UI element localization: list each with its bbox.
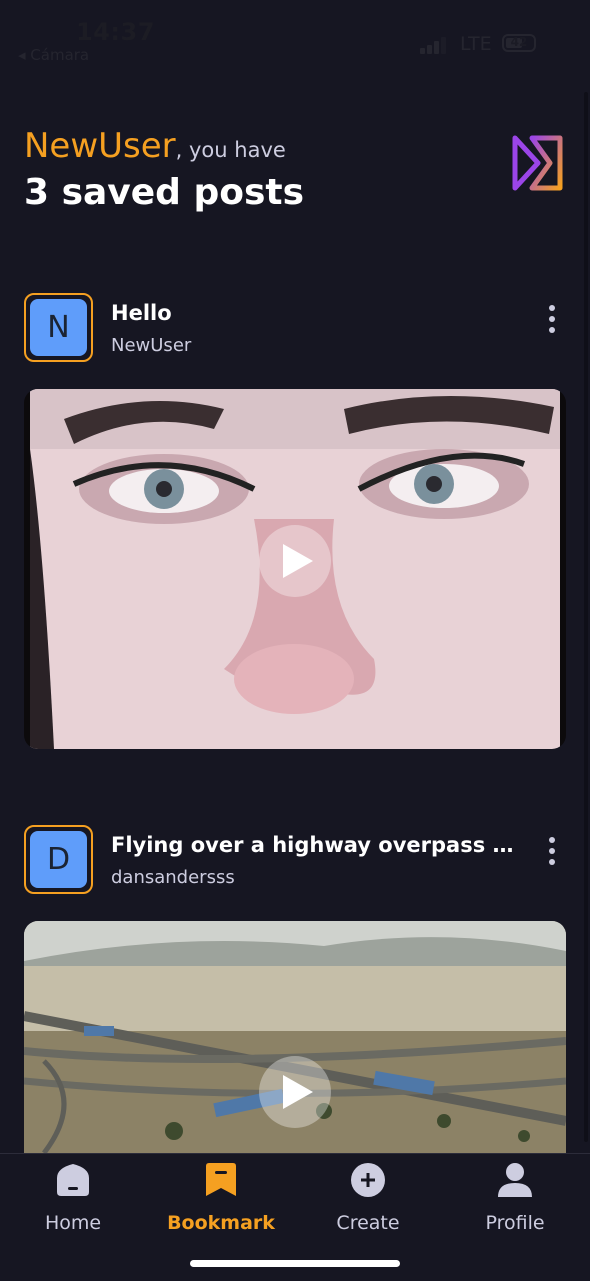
play-button-icon[interactable] [259, 525, 331, 597]
network-type: LTE [460, 33, 492, 55]
cellular-signal-icon [420, 36, 450, 54]
battery-icon: 42 [502, 34, 536, 52]
plus-circle-icon [351, 1163, 385, 1197]
avatar[interactable]: D [24, 825, 93, 894]
avatar-letter: D [30, 831, 87, 888]
home-icon [57, 1164, 89, 1196]
video-thumbnail[interactable] [24, 389, 566, 749]
nav-item-profile[interactable]: Profile [455, 1158, 575, 1238]
scrollbar[interactable] [584, 92, 588, 1142]
post-title: Flying over a highway overpass with... [111, 833, 521, 857]
post-header: D Flying over a highway overpass with...… [24, 825, 566, 895]
video-thumbnail[interactable] [24, 921, 566, 1153]
post-header: N Hello NewUser [24, 293, 566, 363]
nav-label-profile: Profile [485, 1212, 545, 1234]
more-options-icon[interactable] [544, 837, 560, 871]
greeting-username: NewUser [24, 126, 176, 166]
bookmark-icon [206, 1163, 236, 1196]
clock: 14:37 [76, 18, 155, 46]
nav-item-create[interactable]: Create [308, 1158, 428, 1238]
nav-item-bookmark[interactable]: Bookmark [161, 1158, 281, 1238]
home-indicator[interactable] [190, 1260, 400, 1267]
app-logo-icon [512, 135, 563, 191]
avatar-letter: N [30, 299, 87, 356]
nav-label-bookmark: Bookmark [167, 1212, 275, 1234]
nav-item-home[interactable]: Home [13, 1158, 133, 1238]
play-button-icon[interactable] [259, 1056, 331, 1128]
back-to-app-link[interactable]: ◂ Cámara [18, 46, 89, 64]
greeting-suffix: , you have [175, 138, 286, 162]
post-username: dansandersss [111, 867, 235, 888]
page-title: 3 saved posts [24, 172, 305, 213]
profile-icon [498, 1163, 532, 1197]
page-header: NewUser, you have 3 saved posts [24, 126, 304, 213]
more-options-icon[interactable] [544, 305, 560, 339]
nav-label-create: Create [336, 1212, 400, 1234]
battery-level: 42 [510, 35, 528, 49]
status-bar: 14:37 ◂ Cámara LTE 42 [0, 0, 590, 80]
post-title: Hello [111, 301, 172, 325]
avatar[interactable]: N [24, 293, 93, 362]
post-username: NewUser [111, 335, 192, 356]
nav-label-home: Home [44, 1212, 102, 1234]
